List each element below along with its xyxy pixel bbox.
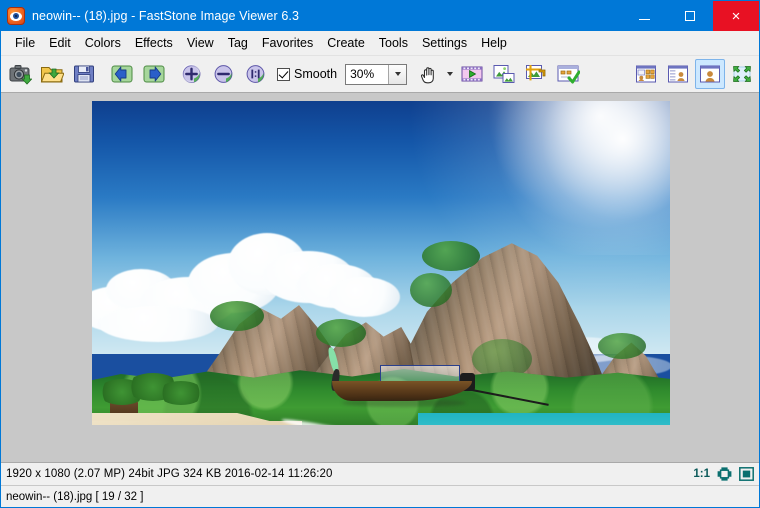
menu-item-create[interactable]: Create [320, 34, 372, 53]
menu-item-edit[interactable]: Edit [42, 34, 78, 53]
menu-item-file[interactable]: File [8, 34, 42, 53]
image-canvas-area[interactable] [1, 93, 759, 462]
crop-board-icon [526, 65, 546, 81]
image-beach [92, 421, 302, 425]
previous-image-icon [111, 65, 133, 83]
status-bar-right: 1:1 [693, 467, 759, 481]
filmstrip-view-icon [668, 65, 688, 83]
zoom-level-value: 30% [350, 67, 375, 81]
smooth-checkbox[interactable]: Smooth [277, 67, 337, 81]
menu-item-effects[interactable]: Effects [128, 34, 180, 53]
menu-item-settings[interactable]: Settings [415, 34, 474, 53]
zoom-out-button[interactable] [209, 59, 239, 89]
thumbnail-view-button[interactable] [631, 59, 661, 89]
minimize-button[interactable] [621, 1, 667, 31]
main-toolbar: Smooth 30% [1, 56, 759, 93]
zoom-ratio-label: 1:1 [693, 468, 710, 480]
draw-board-button[interactable] [553, 59, 583, 89]
maximize-button[interactable] [667, 1, 713, 31]
open-folder-button[interactable] [37, 59, 67, 89]
menu-item-tag[interactable]: Tag [221, 34, 255, 53]
image-vegetation [422, 241, 480, 271]
image-sea [418, 413, 670, 425]
image-vegetation [410, 273, 452, 307]
image-vegetation [598, 333, 646, 359]
fullscreen-button[interactable] [727, 59, 757, 89]
window-controls: × [621, 1, 759, 31]
hand-pan-icon [421, 67, 434, 84]
slideshow-button[interactable] [457, 59, 487, 89]
maximize-icon [685, 11, 695, 21]
zoom-level-dropdown-button[interactable] [388, 64, 407, 84]
menu-item-favorites[interactable]: Favorites [255, 34, 320, 53]
previous-image-button[interactable] [107, 59, 137, 89]
smooth-label: Smooth [294, 67, 338, 81]
resize-resample-button[interactable] [489, 59, 519, 89]
save-as-icon [74, 65, 94, 83]
minimize-icon [638, 19, 650, 20]
zoom-level-combobox[interactable]: 30% [345, 63, 408, 85]
menu-item-tools[interactable]: Tools [372, 34, 415, 53]
image-vegetation [316, 319, 366, 347]
menu-item-colors[interactable]: Colors [78, 34, 128, 53]
zoom-in-button[interactable] [177, 59, 207, 89]
filename-index-text: neowin-- (18).jpg [ 19 / 32 ] [6, 490, 144, 503]
displayed-image[interactable] [92, 101, 670, 425]
hand-tool-dropdown-icon[interactable] [447, 72, 454, 76]
status-bar: 1920 x 1080 (2.07 MP) 24bit JPG 324 KB 2… [1, 462, 759, 485]
screen-capture-icon [9, 65, 32, 85]
hand-pan-button[interactable] [414, 59, 444, 89]
zoom-in-icon [181, 64, 201, 83]
screen-capture-button[interactable] [5, 59, 35, 89]
close-icon: × [731, 7, 741, 25]
draw-board-icon [557, 65, 581, 84]
smooth-checkbox-box[interactable] [277, 67, 290, 81]
title-bar: neowin-- (18).jpg - FastStone Image View… [1, 1, 759, 31]
crop-board-button[interactable] [521, 59, 551, 89]
next-image-icon [143, 65, 165, 83]
menu-item-help[interactable]: Help [474, 34, 514, 53]
filename-bar: neowin-- (18).jpg [ 19 / 32 ] [1, 485, 759, 507]
chevron-down-icon [394, 72, 401, 76]
image-vegetation [210, 301, 264, 331]
save-as-button[interactable] [69, 59, 99, 89]
image-boat-reflection [342, 399, 466, 407]
thumbnail-view-icon [636, 65, 656, 83]
zoom-out-icon [214, 65, 233, 83]
slideshow-icon [461, 66, 483, 82]
faststone-image-viewer-window: neowin-- (18).jpg - FastStone Image View… [0, 0, 760, 508]
fullscreen-icon [733, 66, 751, 82]
image-info-text: 1920 x 1080 (2.07 MP) 24bit JPG 324 KB 2… [6, 468, 333, 480]
single-image-view-icon [700, 65, 720, 83]
next-image-button[interactable] [139, 59, 169, 89]
filmstrip-view-button[interactable] [663, 59, 693, 89]
image-cloud [98, 306, 218, 342]
resize-resample-icon [493, 65, 515, 83]
actual-size-icon[interactable] [739, 467, 754, 481]
menu-bar: File Edit Colors Effects View Tag Favori… [1, 31, 759, 56]
image-palm-frond [158, 381, 204, 405]
image-cloud [328, 277, 400, 317]
actual-size-icon [246, 65, 265, 83]
fit-to-window-icon[interactable] [717, 467, 732, 481]
window-title: neowin-- (18).jpg - FastStone Image View… [32, 9, 299, 23]
actual-size-button[interactable] [241, 59, 271, 89]
faststone-eye-icon [7, 7, 25, 25]
single-image-view-button[interactable] [695, 59, 725, 89]
menu-item-view[interactable]: View [180, 34, 221, 53]
open-folder-icon [40, 67, 64, 83]
close-button[interactable]: × [713, 1, 759, 31]
